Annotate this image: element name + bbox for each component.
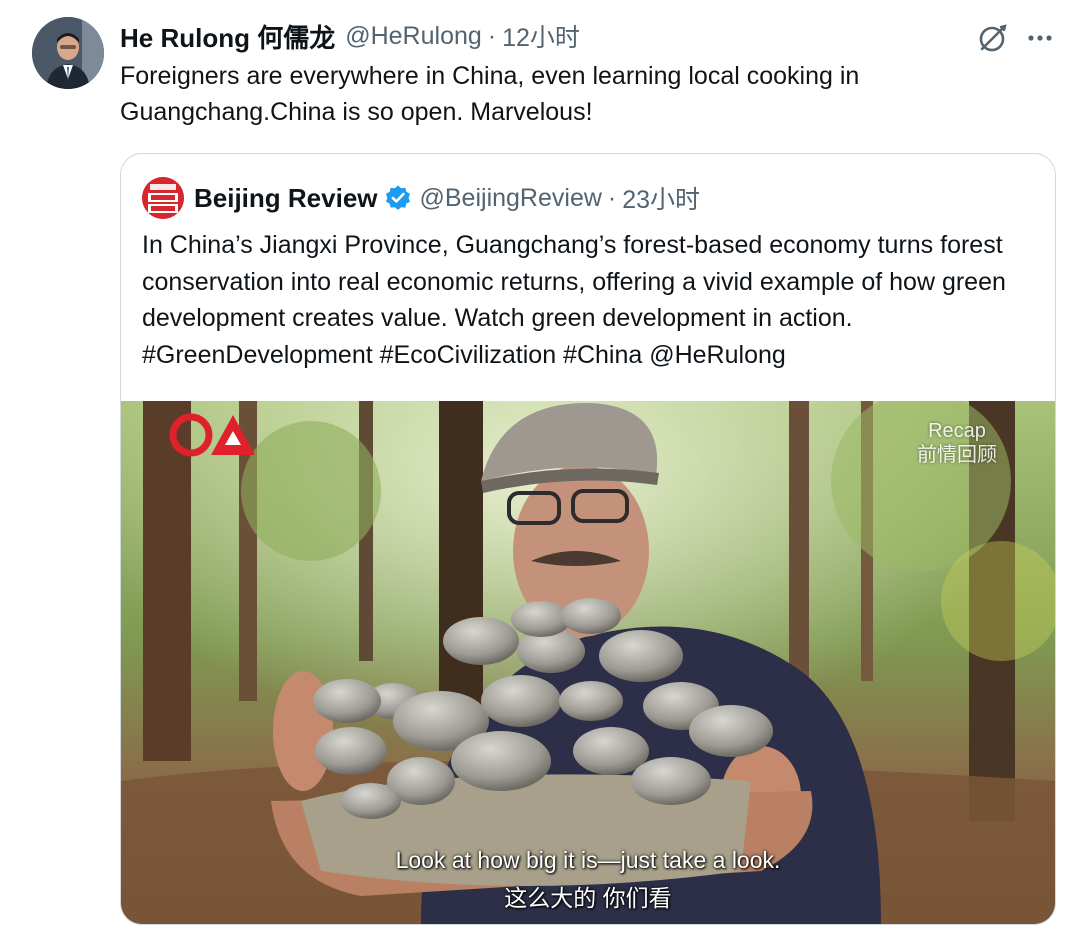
quoted-tweet-header: Beijing Review @BeijingReview · 23小时 <box>142 177 700 219</box>
verified-badge-icon <box>385 185 410 210</box>
quoted-author-handle[interactable]: @BeijingReview <box>420 184 602 213</box>
author-handle[interactable]: @HeRulong <box>345 22 482 51</box>
quoted-tweet-text: In China’s Jiangxi Province, Guangchang’… <box>142 231 1006 369</box>
video-subtitle-en: Look at how big it is—just take a look. <box>395 847 781 873</box>
author-name[interactable]: He Rulong 何儒龙 <box>120 18 335 55</box>
quoted-tweet-timestamp[interactable]: 23小时 <box>622 180 700 216</box>
tweet-text: Foreigners are everywhere in China, even… <box>120 62 860 126</box>
separator-dot: · <box>607 183 617 212</box>
beijing-review-logo[interactable] <box>142 177 184 219</box>
video-subtitle-zh: 这么大的 你们看 <box>504 885 672 911</box>
grok-icon[interactable] <box>974 20 1010 56</box>
quoted-author-name[interactable]: Beijing Review <box>194 183 378 214</box>
tweet[interactable]: He Rulong 何儒龙 @HeRulong · 12小时 Foreigner… <box>0 0 1080 933</box>
separator-dot: · <box>487 21 497 50</box>
video-frame <box>121 401 1055 924</box>
video-player[interactable]: Recap 前情回顾 Look at how big it is—just ta… <box>121 401 1055 924</box>
avatar[interactable] <box>32 17 104 89</box>
recap-label: Recap 前情回顾 <box>917 419 997 467</box>
quoted-tweet[interactable]: Beijing Review @BeijingReview · 23小时 In … <box>120 153 1056 925</box>
recap-label-zh: 前情回顾 <box>917 444 997 466</box>
tweet-timestamp[interactable]: 12小时 <box>502 18 580 54</box>
tweet-header: He Rulong 何儒龙 @HeRulong · 12小时 <box>120 18 580 54</box>
more-icon[interactable] <box>1022 20 1058 56</box>
recap-label-en: Recap <box>928 420 986 442</box>
avatar-image <box>32 17 104 89</box>
